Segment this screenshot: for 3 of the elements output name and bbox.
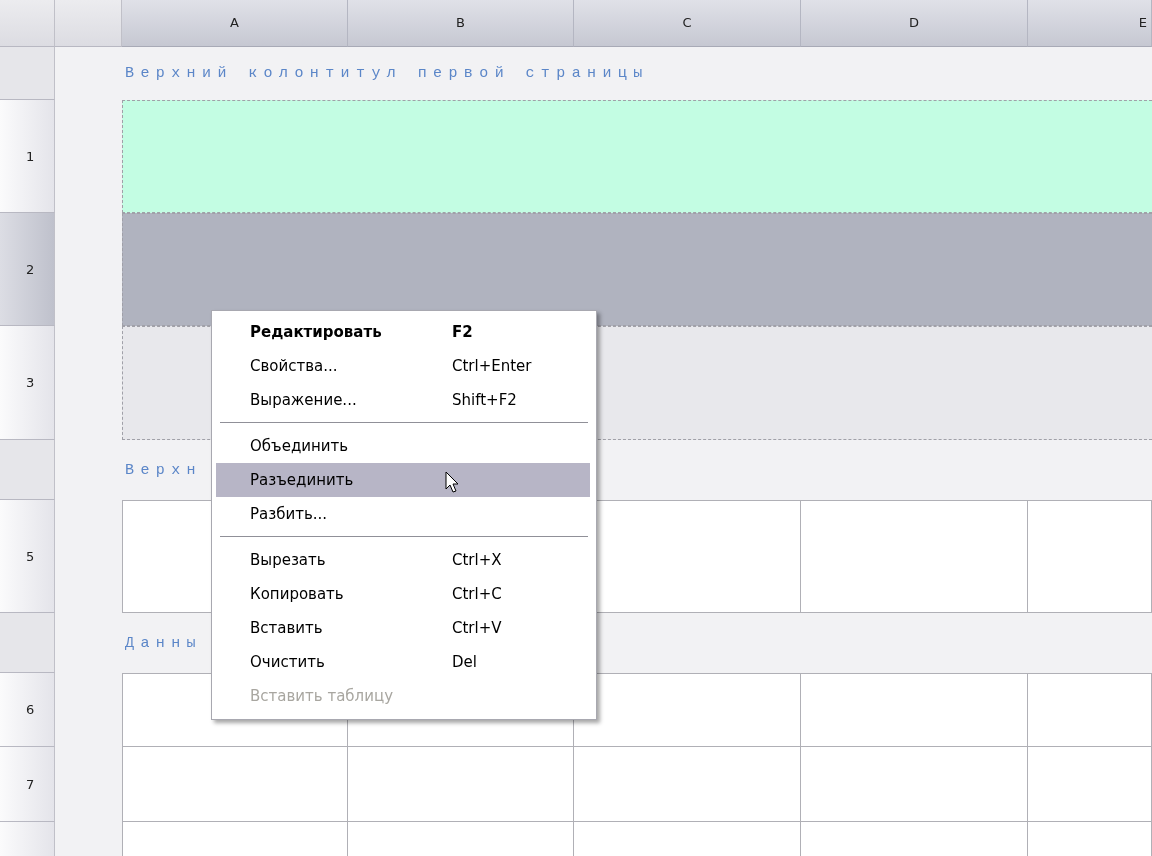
band-title: Данны [124,634,202,652]
band-title: Верхн [124,461,202,479]
band-title: Верхний колонтитул первой страницы [124,65,649,82]
